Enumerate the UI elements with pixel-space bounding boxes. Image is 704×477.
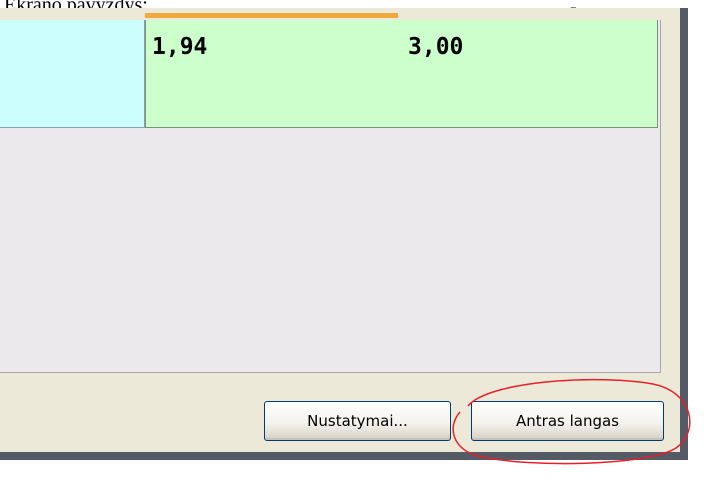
grid-cell-value-1[interactable]: 1,94 [145,20,403,128]
window-frame-bottom [0,452,688,460]
grid-cell-value-2[interactable]: 3,00 [402,20,658,128]
settings-button[interactable]: Nustatymai... [264,401,451,441]
grid-cell-value: 3,00 [408,34,464,60]
active-tab-indicator [145,13,398,18]
grid-cell-empty[interactable] [0,20,145,128]
window-frame-right [680,8,688,460]
second-window-button[interactable]: Antras langas [471,401,664,441]
grid-cell-value: 1,94 [152,34,208,60]
